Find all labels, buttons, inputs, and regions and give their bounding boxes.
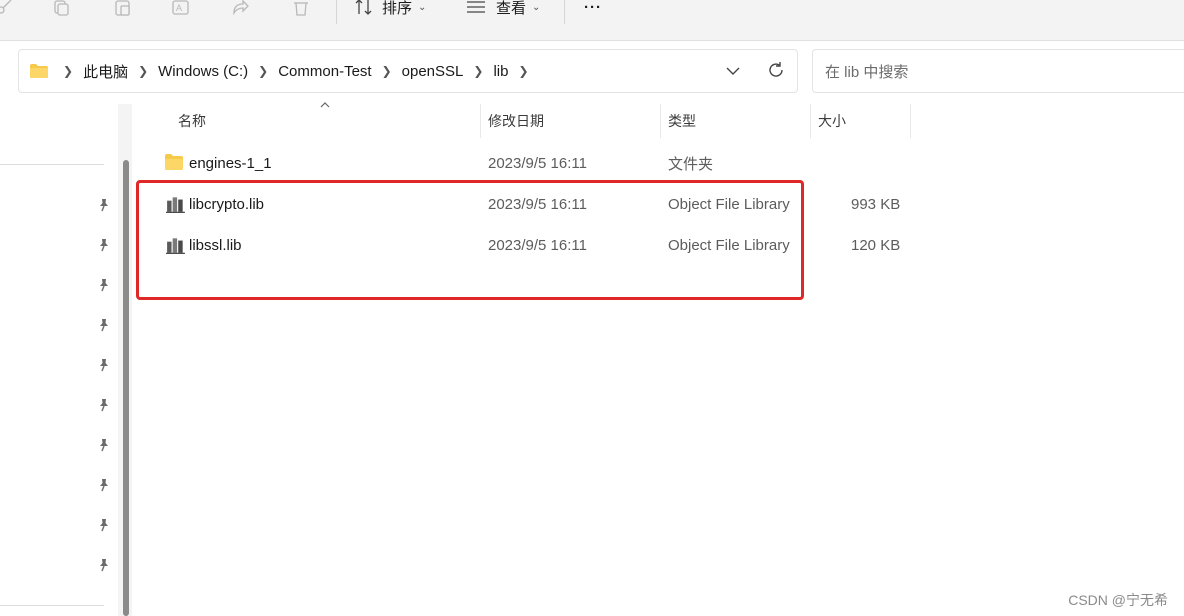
copy-icon[interactable] (50, 0, 72, 18)
watermark: CSDN @宁无希 (1068, 592, 1168, 608)
toolbar-divider (564, 0, 565, 24)
chevron-right-icon: ❯ (63, 64, 74, 78)
file-row-engines[interactable]: engines-1_1 2023/9/5 16:11 文件夹 (158, 143, 918, 183)
breadcrumb-item[interactable]: openSSL (402, 63, 464, 80)
chevron-right-icon[interactable]: ❯ (473, 64, 483, 78)
chevron-down-icon: ⌄ (418, 1, 427, 13)
pin-icon[interactable] (97, 238, 111, 252)
sort-label: 排序 (382, 0, 413, 17)
breadcrumb-item[interactable]: Common-Test (278, 63, 371, 80)
folder-icon (165, 154, 183, 170)
command-bar: A 排序 ⌄ 查看 ⌄ ··· (0, 0, 1184, 41)
column-header-type[interactable]: 类型 (668, 104, 808, 138)
pin-icon[interactable] (97, 398, 111, 412)
column-header-size[interactable]: 大小 (818, 104, 908, 138)
more-options-button[interactable]: ··· (584, 0, 602, 18)
sort-button[interactable]: 排序 ⌄ (354, 0, 426, 18)
nav-divider (0, 164, 104, 165)
rename-icon[interactable]: A (170, 0, 192, 18)
file-type: 文件夹 (668, 155, 714, 173)
search-box[interactable] (812, 49, 1184, 94)
column-divider[interactable] (660, 104, 661, 138)
column-divider[interactable] (480, 104, 481, 138)
file-date: 2023/9/5 16:11 (488, 154, 587, 172)
breadcrumb-item[interactable]: 此电脑 (83, 61, 128, 82)
refresh-icon[interactable] (767, 61, 785, 84)
pin-icon[interactable] (97, 558, 111, 572)
chevron-right-icon[interactable]: ❯ (518, 64, 528, 78)
pin-icon[interactable] (97, 478, 111, 492)
cut-icon[interactable] (0, 0, 16, 18)
chevron-down-icon: ⌄ (532, 1, 541, 13)
pin-icon[interactable] (97, 438, 111, 452)
breadcrumb-item[interactable]: Windows (C:) (158, 63, 248, 80)
pin-icon[interactable] (97, 278, 111, 292)
pin-icon[interactable] (97, 198, 111, 212)
breadcrumb-item[interactable]: lib (493, 63, 508, 80)
chevron-right-icon[interactable]: ❯ (382, 64, 392, 78)
toolbar-divider (336, 0, 337, 24)
pin-icon[interactable] (97, 318, 111, 332)
svg-text:A: A (176, 3, 182, 13)
nav-divider (0, 605, 104, 606)
annotation-highlight-box (136, 180, 804, 300)
folder-icon (29, 63, 49, 79)
chevron-right-icon[interactable]: ❯ (138, 64, 148, 78)
pin-icon[interactable] (97, 518, 111, 532)
column-header-name[interactable]: 名称 (178, 104, 478, 138)
column-divider[interactable] (810, 104, 811, 138)
breadcrumb: ❯ 此电脑 ❯ Windows (C:) ❯ Common-Test ❯ ope… (29, 50, 539, 92)
share-icon[interactable] (230, 0, 252, 18)
address-bar[interactable]: ❯ 此电脑 ❯ Windows (C:) ❯ Common-Test ❯ ope… (18, 49, 798, 93)
pin-icon[interactable] (97, 358, 111, 372)
sort-icon (354, 0, 374, 16)
delete-icon[interactable] (290, 0, 312, 18)
chevron-right-icon[interactable]: ❯ (258, 64, 268, 78)
search-input[interactable] (823, 50, 1177, 94)
column-divider[interactable] (910, 104, 911, 138)
file-size: 120 KB (851, 236, 901, 254)
file-name[interactable]: engines-1_1 (189, 143, 272, 183)
history-dropdown-icon[interactable] (725, 63, 741, 84)
view-button[interactable]: 查看 ⌄ (466, 0, 540, 18)
view-label: 查看 (496, 0, 527, 17)
column-header-date[interactable]: 修改日期 (488, 104, 658, 138)
paste-icon[interactable] (112, 0, 134, 18)
file-size: 993 KB (851, 195, 901, 213)
view-icon (466, 0, 486, 15)
nav-scrollbar-thumb[interactable] (123, 160, 129, 616)
